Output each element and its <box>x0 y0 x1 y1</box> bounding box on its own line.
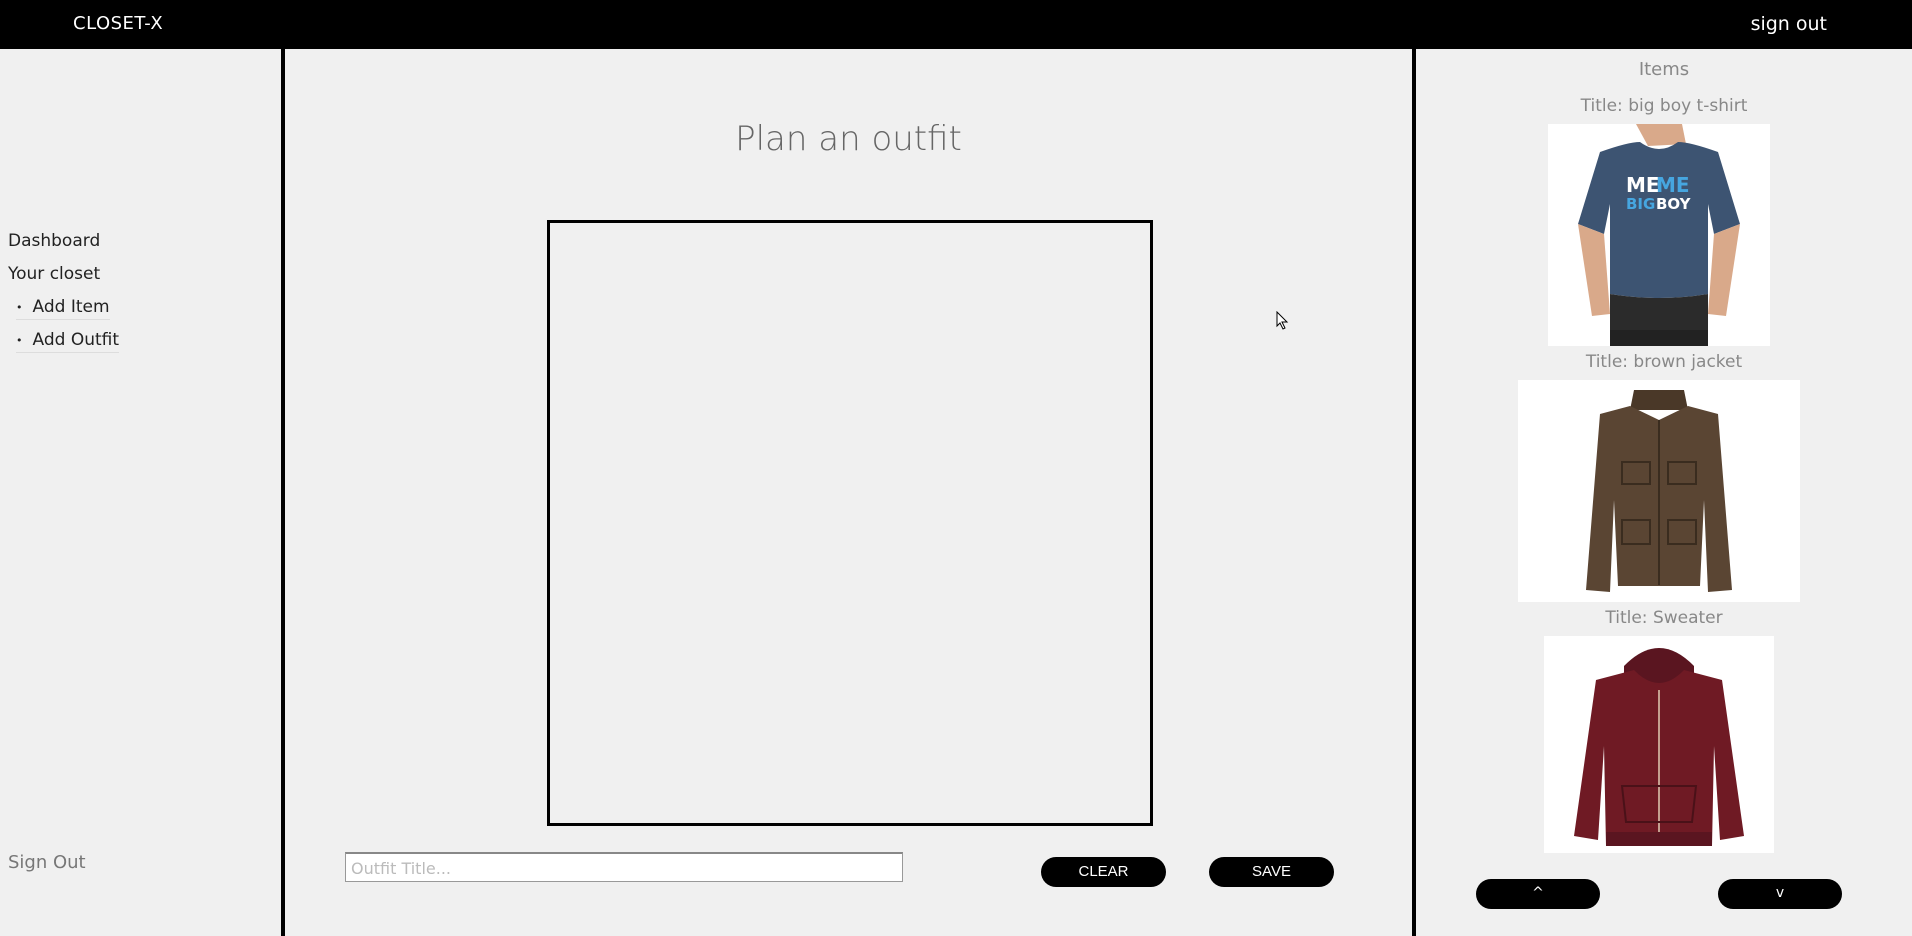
top-navbar: CLOSET-X sign out <box>0 0 1912 49</box>
scroll-up-button[interactable]: ^ <box>1476 879 1600 909</box>
svg-text:ME: ME <box>1626 173 1660 197</box>
sidebar-item-label: Add Outfit <box>32 330 120 350</box>
item-image-jacket[interactable] <box>1518 380 1800 602</box>
tshirt-icon: ME ME BIG BOY <box>1548 124 1770 346</box>
item-title: Title: brown jacket <box>1585 352 1743 372</box>
mouse-pointer-icon <box>1276 310 1290 335</box>
item-title: Title: big boy t-shirt <box>1580 96 1748 116</box>
items-panel: Items Title: big boy t-shirt ME ME BIG B… <box>1416 49 1912 936</box>
brand-logo[interactable]: CLOSET-X <box>73 13 163 34</box>
item-image-sweater[interactable] <box>1544 636 1774 853</box>
sidebar-item-your-closet[interactable]: Your closet <box>8 264 100 284</box>
sidebar-signout-link[interactable]: Sign Out <box>8 852 86 873</box>
sidebar-item-add-item[interactable]: • Add Item <box>16 297 110 320</box>
sidebar: Dashboard Your closet • Add Item • Add O… <box>0 49 285 936</box>
sidebar-item-label: Add Item <box>32 297 110 317</box>
hoodie-icon <box>1544 636 1774 853</box>
item-title: Title: Sweater <box>1605 608 1723 628</box>
svg-text:BOY: BOY <box>1656 195 1692 213</box>
page-title: Plan an outfit <box>735 119 962 159</box>
items-heading: Items <box>1638 59 1690 80</box>
jacket-icon <box>1518 380 1800 602</box>
sidebar-item-add-outfit[interactable]: • Add Outfit <box>16 330 120 353</box>
outfit-canvas[interactable] <box>547 220 1153 826</box>
sidebar-item-dashboard[interactable]: Dashboard <box>8 231 100 251</box>
clear-button[interactable]: CLEAR <box>1041 857 1166 887</box>
item-image-tshirt[interactable]: ME ME BIG BOY <box>1548 124 1770 346</box>
bullet-icon: • <box>16 300 23 314</box>
bullet-icon: • <box>16 333 23 347</box>
outfit-planner: Plan an outfit Outfit Title... CLEAR SAV… <box>285 49 1416 936</box>
svg-text:ME: ME <box>1656 173 1690 197</box>
outfit-title-input[interactable]: Outfit Title... <box>345 852 903 882</box>
svg-text:BIG: BIG <box>1626 195 1655 213</box>
top-signout-link[interactable]: sign out <box>1751 13 1827 35</box>
scroll-down-button[interactable]: v <box>1718 879 1842 909</box>
save-button[interactable]: SAVE <box>1209 857 1334 887</box>
